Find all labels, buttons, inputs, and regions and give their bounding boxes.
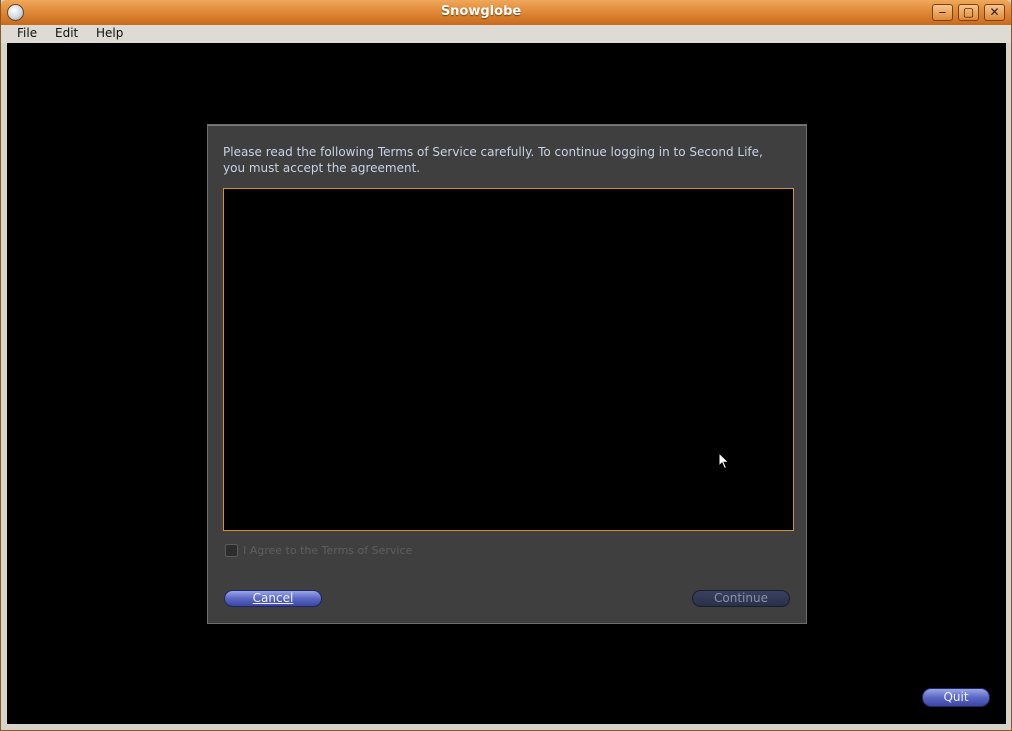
- world-viewport: Please read the following Terms of Servi…: [7, 43, 1006, 724]
- minimize-button[interactable]: ‒: [932, 4, 953, 21]
- continue-button[interactable]: Continue: [692, 590, 790, 607]
- tos-intro-line-1: Please read the following Terms of Servi…: [223, 145, 763, 159]
- title-bar[interactable]: Snowglobe ‒ ▢ ✕: [1, 0, 1011, 26]
- close-button[interactable]: ✕: [984, 4, 1005, 21]
- cancel-button-label: Cancel: [252, 591, 294, 605]
- quit-button[interactable]: Quit: [922, 688, 990, 707]
- mouse-cursor-icon: [718, 452, 730, 470]
- tos-text-panel[interactable]: [223, 188, 794, 531]
- agree-checkbox[interactable]: [225, 544, 238, 557]
- agree-label: I Agree to the Terms of Service: [243, 544, 413, 557]
- menu-edit[interactable]: Edit: [55, 26, 78, 40]
- maximize-button[interactable]: ▢: [958, 4, 979, 21]
- menu-help[interactable]: Help: [96, 26, 123, 40]
- menu-bar: File Edit Help: [1, 25, 1011, 43]
- app-window: Snowglobe ‒ ▢ ✕ File Edit Help Please re…: [0, 0, 1012, 731]
- window-title: Snowglobe: [440, 4, 522, 19]
- tos-intro-text: Please read the following Terms of Servi…: [223, 144, 783, 176]
- tos-dialog: Please read the following Terms of Servi…: [207, 124, 807, 624]
- cancel-button[interactable]: Cancel: [224, 590, 322, 607]
- menu-file[interactable]: File: [17, 26, 37, 40]
- tos-intro-line-2: you must accept the agreement.: [223, 161, 421, 175]
